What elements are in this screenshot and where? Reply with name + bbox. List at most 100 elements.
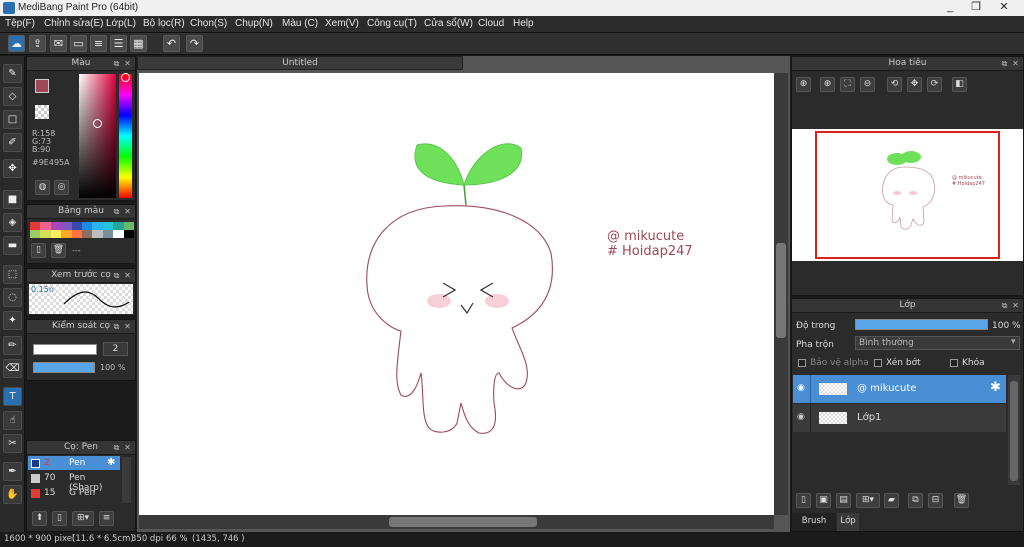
- export-icon[interactable]: ⇪: [29, 35, 46, 52]
- popout-icon[interactable]: ⧉: [1000, 59, 1009, 68]
- move-tool-icon[interactable]: ✥: [3, 159, 22, 178]
- brush-opacity-slider[interactable]: [33, 362, 95, 373]
- lasso-tool-icon[interactable]: ◌: [3, 288, 22, 307]
- menu-color[interactable]: Màu (C): [282, 18, 318, 29]
- transparent-color[interactable]: [35, 105, 49, 119]
- merge-layer-icon[interactable]: ⊟: [928, 493, 943, 508]
- maximize-button[interactable]: ❐: [962, 0, 990, 16]
- vertical-scrollbar[interactable]: [774, 73, 788, 515]
- menu-snap[interactable]: Chụp(N): [235, 18, 273, 29]
- brush-tool-icon[interactable]: ✎: [3, 64, 22, 83]
- magic-wand-icon[interactable]: ✦: [3, 311, 22, 330]
- menu-edit[interactable]: Chỉnh sửa(E): [44, 18, 104, 29]
- zoom-out-icon[interactable]: ⊖: [860, 77, 875, 92]
- menu-window[interactable]: Cửa sổ(W): [424, 18, 473, 29]
- document-tab[interactable]: Untitled: [137, 56, 463, 70]
- fit-screen-icon[interactable]: ⛶: [840, 77, 855, 92]
- palette-swatch[interactable]: [61, 230, 72, 238]
- delete-layer-icon[interactable]: 🗑: [954, 493, 969, 508]
- palette-swatch[interactable]: [123, 222, 134, 230]
- saturation-square[interactable]: [79, 74, 116, 198]
- menu-help[interactable]: Help: [513, 18, 534, 29]
- text-tool-icon[interactable]: T: [3, 387, 22, 406]
- palette-swatch[interactable]: [50, 230, 62, 238]
- menu-view[interactable]: Xem(V): [325, 18, 359, 29]
- eye-icon[interactable]: ◉: [797, 383, 805, 393]
- rect-tool-icon[interactable]: □: [3, 110, 22, 129]
- close-button[interactable]: ✕: [990, 0, 1018, 16]
- grid-icon[interactable]: ▦: [130, 35, 147, 52]
- popout-icon[interactable]: ⧉: [112, 322, 121, 331]
- close-icon[interactable]: ✕: [123, 322, 132, 331]
- popout-icon[interactable]: ⧉: [112, 59, 121, 68]
- menu-layer[interactable]: Lớp(L): [106, 18, 136, 29]
- popout-icon[interactable]: ⧉: [1000, 301, 1009, 310]
- zoom-fit-icon[interactable]: ⊕: [796, 77, 811, 92]
- palette-swatch[interactable]: [30, 222, 41, 230]
- zoom-in-icon[interactable]: ⊕: [820, 77, 835, 92]
- palette-swatch[interactable]: [71, 230, 82, 238]
- new-brush-icon[interactable]: ▯: [52, 511, 67, 526]
- layer-scroll-thumb[interactable]: [1010, 381, 1018, 481]
- palette-swatch[interactable]: [40, 222, 51, 230]
- menu-select[interactable]: Chọn(S): [190, 18, 227, 29]
- close-icon[interactable]: ✕: [1011, 301, 1020, 310]
- fill-rect-tool-icon[interactable]: ■: [3, 190, 22, 209]
- gear-icon[interactable]: ✱: [990, 380, 1001, 395]
- operation-tool-icon[interactable]: ☝: [3, 411, 22, 430]
- add-layer-menu-icon[interactable]: ⊞▾: [856, 493, 880, 508]
- horizontal-scroll-thumb[interactable]: [389, 517, 537, 527]
- palette-icon[interactable]: ◍: [35, 180, 50, 195]
- drawing-canvas[interactable]: @ mikucute # Hoidap247: [139, 73, 774, 515]
- navigator-preview[interactable]: @ mikucute # Hoidap247: [792, 129, 1023, 261]
- palette-swatch[interactable]: [102, 222, 114, 230]
- menu-filter[interactable]: Bộ lọc(R): [143, 18, 185, 29]
- palette-swatch[interactable]: [123, 230, 134, 238]
- brush-settings-icon[interactable]: ≡: [99, 511, 114, 526]
- rotate-right-icon[interactable]: ⟳: [927, 77, 942, 92]
- select-tool-icon[interactable]: ⬚: [3, 265, 22, 284]
- minimize-button[interactable]: _: [936, 0, 964, 16]
- new-halftone-layer-icon[interactable]: ▣: [816, 493, 831, 508]
- brush-size-slider[interactable]: [33, 344, 97, 355]
- layer-opacity-slider[interactable]: [855, 319, 988, 330]
- eyedropper-icon[interactable]: ✒: [3, 462, 22, 481]
- select-eraser-icon[interactable]: ⌫: [3, 359, 22, 378]
- brush-item[interactable]: 70 Pen (Sharp): [28, 471, 120, 493]
- lock-checkbox[interactable]: [950, 359, 958, 367]
- brush-menu-icon[interactable]: ⊞▾: [72, 511, 94, 526]
- palette-swatch[interactable]: [113, 230, 124, 238]
- menu-cloud[interactable]: Cloud: [478, 18, 504, 29]
- vertical-scroll-thumb[interactable]: [776, 243, 786, 338]
- undo-icon[interactable]: ↶: [163, 35, 180, 52]
- popout-icon[interactable]: ⧉: [112, 207, 121, 216]
- clipping-checkbox[interactable]: [874, 359, 882, 367]
- close-icon[interactable]: ✕: [1011, 59, 1020, 68]
- palette-swatch[interactable]: [71, 222, 82, 230]
- eye-icon[interactable]: ◉: [797, 412, 805, 422]
- popout-icon[interactable]: ⧉: [112, 443, 121, 452]
- palette-swatch[interactable]: [61, 222, 72, 230]
- close-icon[interactable]: ✕: [123, 207, 132, 216]
- flip-icon[interactable]: ◧: [952, 77, 967, 92]
- layer-row[interactable]: ◉ @ mikucute ✱: [793, 375, 1006, 403]
- close-icon[interactable]: ✕: [123, 271, 132, 280]
- foreground-color[interactable]: [35, 79, 49, 93]
- palette-swatch[interactable]: [81, 230, 93, 238]
- gradient-tool-icon[interactable]: ▬: [3, 236, 22, 255]
- new-layer-icon[interactable]: ▯: [796, 493, 811, 508]
- palette-swatch[interactable]: [81, 222, 93, 230]
- palette-swatch[interactable]: [113, 222, 124, 230]
- bucket-tool-icon[interactable]: ◈: [3, 213, 22, 232]
- color-picker-icon[interactable]: ◎: [54, 180, 69, 195]
- add-brush-icon[interactable]: ⬆: [32, 511, 47, 526]
- horizontal-scrollbar[interactable]: [139, 515, 774, 529]
- tab-brush-size[interactable]: Brush Size: [792, 513, 836, 543]
- palette-swatch[interactable]: [92, 230, 103, 238]
- popout-icon[interactable]: ⧉: [112, 271, 121, 280]
- palette-swatch[interactable]: [102, 230, 114, 238]
- divide-tool-icon[interactable]: ✂: [3, 434, 22, 453]
- dot-tool-icon[interactable]: ✐: [3, 133, 22, 152]
- blend-mode-select[interactable]: Bình thường: [855, 336, 1020, 350]
- menu-tools[interactable]: Công cụ(T): [367, 18, 417, 29]
